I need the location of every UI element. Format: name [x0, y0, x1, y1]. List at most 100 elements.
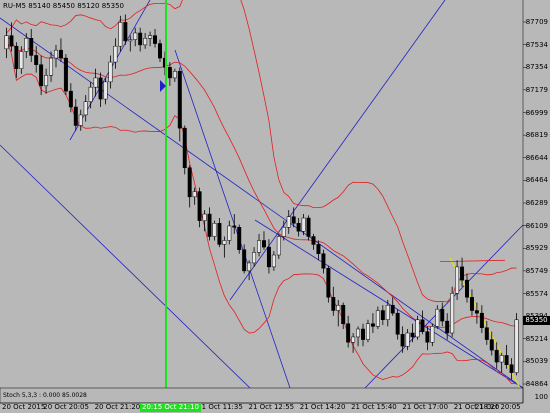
- candle: [281, 227, 286, 237]
- candle: [405, 332, 410, 347]
- price-axis-label: 85574: [525, 289, 548, 298]
- candle: [63, 57, 68, 92]
- candle: [509, 364, 514, 373]
- candle: [247, 262, 252, 272]
- price-axis-label: 86999: [525, 108, 548, 117]
- candle: [252, 252, 257, 264]
- candle: [54, 49, 58, 59]
- current-price-tag: 85350: [523, 315, 550, 325]
- candle: [123, 22, 128, 42]
- candle: [291, 216, 296, 224]
- candle: [276, 236, 281, 256]
- candle: [316, 244, 321, 254]
- candle: [445, 320, 450, 334]
- candle: [440, 308, 445, 322]
- candle: [143, 38, 148, 46]
- candle: [93, 77, 98, 88]
- candle: [390, 304, 395, 314]
- candle: [469, 297, 474, 311]
- candle: [361, 328, 365, 340]
- price-axis-label: 85039: [525, 357, 548, 366]
- chart-window[interactable]: RU-M5 85140 85450 85120 85350 87709 87534…: [0, 0, 550, 413]
- candle: [266, 246, 271, 268]
- candle: [400, 334, 405, 347]
- candle: [44, 75, 49, 87]
- candle: [242, 249, 247, 272]
- price-axis-label: 86464: [525, 176, 548, 185]
- candle: [380, 310, 385, 321]
- candle: [133, 32, 138, 40]
- candle: [331, 297, 336, 311]
- price-axis-label: 86289: [525, 199, 548, 207]
- candle: [232, 225, 237, 228]
- subwindow-axis-value: 100: [534, 393, 548, 401]
- candle: [88, 86, 93, 102]
- candle: [14, 45, 19, 69]
- time-axis-label: 21 Oct 20:05: [475, 403, 521, 411]
- candle: [227, 225, 232, 241]
- candle: [187, 167, 192, 198]
- candle: [341, 304, 346, 324]
- candle: [455, 266, 460, 294]
- candle: [306, 217, 311, 237]
- candle: [68, 90, 73, 108]
- price-axis-label: 87354: [525, 63, 548, 72]
- plot-area: [0, 0, 523, 388]
- candle: [450, 293, 455, 334]
- candle: [128, 39, 133, 42]
- time-axis-label: 21 Oct 12:55: [248, 403, 295, 411]
- candle: [103, 81, 108, 100]
- candle: [465, 279, 469, 298]
- candle: [499, 355, 504, 363]
- price-axis-label: 85929: [525, 244, 548, 253]
- candle: [395, 312, 400, 335]
- price-axis-label: 86109: [525, 221, 548, 230]
- candle: [24, 38, 29, 52]
- price-axis-label: 87534: [525, 40, 548, 49]
- candle: [217, 223, 222, 245]
- candle: [370, 323, 375, 327]
- candle: [197, 191, 202, 221]
- candle: [336, 304, 341, 311]
- candle: [474, 310, 479, 314]
- candle: [271, 254, 276, 268]
- candle: [78, 114, 83, 126]
- price-axis-label: 85214: [525, 334, 548, 343]
- candle: [430, 326, 435, 343]
- candle: [9, 35, 14, 47]
- candle: [261, 240, 266, 248]
- candle: [479, 312, 484, 328]
- price-chart[interactable]: [0, 0, 550, 413]
- time-axis-label: 21 Oct 17:00: [402, 403, 449, 411]
- candle: [237, 227, 242, 250]
- candle: [460, 266, 465, 281]
- candle: [29, 38, 34, 56]
- candle: [153, 35, 158, 44]
- candle: [98, 77, 103, 100]
- candle: [296, 223, 301, 232]
- candle: [375, 310, 380, 327]
- price-axis-label: 87709: [525, 18, 548, 26]
- time-axis-label: 21 Oct 14:20: [299, 403, 346, 411]
- price-axis-label: 85749: [525, 266, 548, 275]
- price-axis-label: 87179: [525, 85, 548, 94]
- candle: [435, 308, 440, 327]
- candle: [257, 240, 262, 253]
- stochastic-label: Stoch 5,3,3 : 0.000 85.0028: [3, 392, 87, 399]
- candle: [4, 35, 9, 50]
- candle: [192, 191, 197, 198]
- candle: [167, 67, 172, 79]
- candle: [420, 319, 425, 332]
- price-axis-label: 86819: [525, 131, 548, 140]
- candle: [514, 319, 519, 373]
- candle: [489, 339, 494, 351]
- candle: [49, 57, 54, 76]
- candle: [202, 213, 207, 221]
- candle: [58, 49, 63, 59]
- candle: [301, 217, 306, 232]
- chart-header: RU-M5 85140 85450 85120 85350: [3, 2, 124, 10]
- candle: [321, 253, 326, 269]
- candle: [158, 43, 162, 59]
- candle: [83, 101, 88, 116]
- candle: [19, 51, 24, 69]
